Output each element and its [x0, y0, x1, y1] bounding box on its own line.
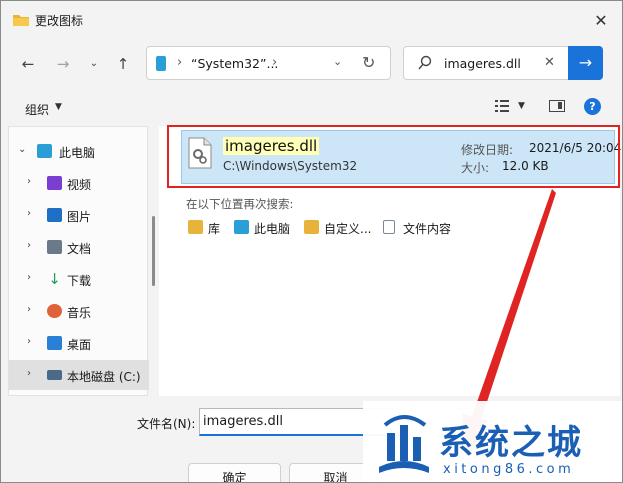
preview-pane-icon[interactable]	[549, 100, 565, 112]
caret-down-icon[interactable]: ▼	[518, 101, 525, 111]
sidebar-item-downloads[interactable]: › ↓ 下载	[9, 264, 149, 294]
sidebar-item-desktop[interactable]: › 桌面	[9, 328, 149, 358]
sidebar-item-label: 下载	[67, 274, 92, 288]
help-icon[interactable]: ?	[584, 98, 601, 115]
search-icon	[418, 55, 432, 70]
picture-icon	[47, 208, 62, 222]
document-icon	[47, 240, 62, 254]
refresh-icon[interactable]: ↻	[362, 53, 375, 72]
view-options-icon[interactable]	[494, 98, 510, 114]
search-input[interactable]: imageres.dll	[444, 56, 521, 71]
recent-dropdown-icon[interactable]: ⌄	[83, 53, 105, 75]
sidebar-item-label: 本地磁盘 (C:)	[67, 370, 141, 384]
video-icon	[47, 176, 62, 190]
file-content-icon	[383, 220, 395, 234]
search-go-button[interactable]: →	[568, 46, 603, 80]
sidebar-item-label: 音乐	[67, 306, 92, 320]
organize-button[interactable]: 组织	[25, 101, 49, 118]
search-again-label: 在以下位置再次搜索:	[186, 197, 294, 211]
filename-label: 文件名(N):	[137, 417, 196, 431]
music-icon	[47, 304, 62, 318]
title-bar: 更改图标 ✕	[1, 1, 622, 39]
close-icon[interactable]: ✕	[589, 9, 613, 33]
sidebar-item-label: 视频	[67, 178, 92, 192]
desktop-icon	[47, 336, 62, 350]
chevron-right-icon[interactable]: ›	[27, 240, 31, 251]
drive-icon	[156, 56, 166, 71]
address-path[interactable]: “System32”...	[191, 56, 278, 71]
folder-icon	[13, 15, 29, 26]
sidebar-item-label: 文档	[67, 242, 92, 256]
monitor-icon	[234, 220, 249, 234]
sidebar-scrollbar[interactable]	[152, 216, 155, 286]
change-icon-dialog: 更改图标 ✕ ← → ⌄ ↑ › “System32”... › ⌄ ↻ ima…	[0, 0, 623, 483]
search-location-label: 此电脑	[254, 222, 291, 236]
watermark-logo-icon	[379, 415, 429, 473]
watermark-title: 系统之城	[439, 423, 583, 463]
folder-icon	[304, 220, 319, 234]
sidebar-item-videos[interactable]: › 视频	[9, 168, 149, 198]
chevron-right-icon[interactable]: ›	[272, 55, 277, 70]
sidebar-item-label: 桌面	[67, 338, 92, 352]
navigation-pane: ⌄ 此电脑 › 视频 › 图片 › 文档 › ↓ 下载 › 音乐 › 桌面 › …	[8, 126, 149, 396]
arrow-right-icon: →	[578, 53, 593, 72]
red-highlight-box	[167, 125, 620, 188]
chevron-right-icon[interactable]: ›	[27, 304, 31, 315]
forward-arrow-icon[interactable]: →	[52, 53, 74, 75]
sidebar-item-label: 图片	[67, 210, 92, 224]
search-location-label: 自定义...	[324, 222, 372, 236]
chevron-right-icon[interactable]: ›	[27, 368, 31, 379]
window-title: 更改图标	[35, 14, 84, 28]
clear-icon[interactable]: ✕	[544, 55, 555, 70]
sidebar-item-pictures[interactable]: › 图片	[9, 200, 149, 230]
chevron-right-icon[interactable]: ›	[27, 272, 31, 283]
library-icon	[188, 220, 203, 234]
sidebar-item-local-disk[interactable]: › 本地磁盘 (C:)	[9, 360, 149, 390]
caret-down-icon[interactable]: ▼	[55, 102, 62, 112]
address-bar[interactable]: › “System32”... › ⌄ ↻	[146, 46, 391, 80]
chevron-down-icon[interactable]: ⌄	[18, 144, 26, 155]
chevron-right-icon[interactable]: ›	[27, 336, 31, 347]
chevron-right-icon[interactable]: ›	[177, 55, 182, 70]
download-icon: ↓	[48, 270, 61, 288]
chevron-right-icon[interactable]: ›	[27, 176, 31, 187]
sidebar-item-this-pc[interactable]: ⌄ 此电脑	[9, 136, 149, 166]
search-location-label: 库	[208, 222, 221, 236]
search-box[interactable]: imageres.dll ✕	[403, 46, 568, 80]
monitor-icon	[37, 144, 52, 158]
back-arrow-icon[interactable]: ←	[17, 53, 39, 75]
sidebar-item-label: 此电脑	[59, 146, 96, 160]
watermark-subtitle: xitong86.com	[443, 462, 575, 477]
chevron-down-icon[interactable]: ⌄	[333, 55, 342, 68]
sidebar-item-documents[interactable]: › 文档	[9, 232, 149, 262]
drive-icon	[47, 370, 62, 380]
up-arrow-icon[interactable]: ↑	[112, 53, 134, 75]
ok-button[interactable]: 确定	[188, 463, 281, 482]
chevron-right-icon[interactable]: ›	[27, 208, 31, 219]
sidebar-item-music[interactable]: › 音乐	[9, 296, 149, 326]
search-location-label: 文件内容	[403, 222, 452, 236]
watermark: 系统之城 xitong86.com	[363, 401, 622, 482]
